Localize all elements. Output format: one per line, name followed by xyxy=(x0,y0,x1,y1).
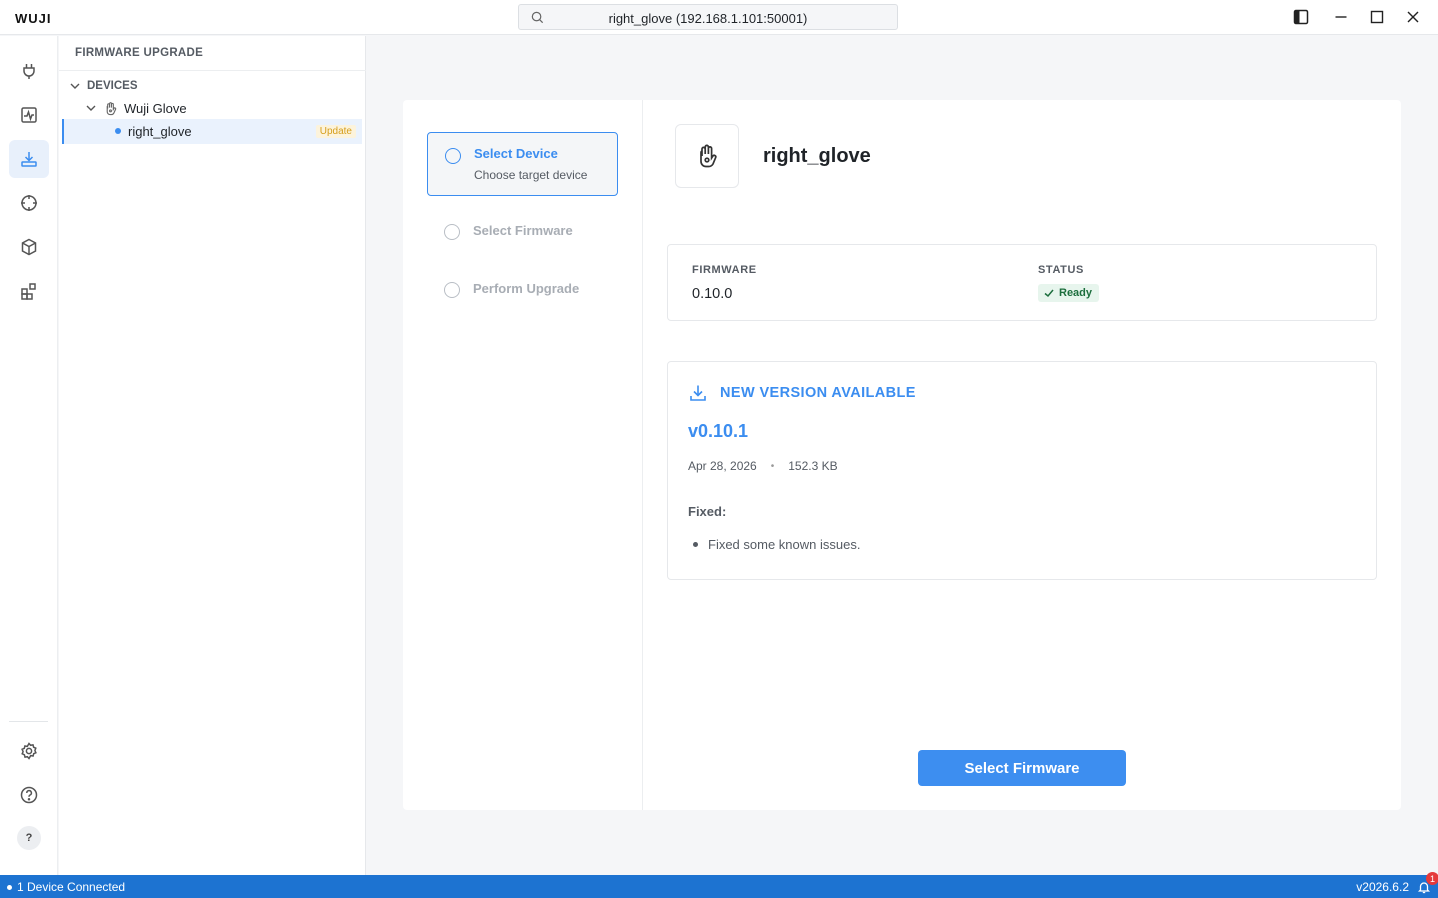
step-title: Perform Upgrade xyxy=(473,281,580,296)
notification-count-badge: 1 xyxy=(1426,872,1438,885)
activity-help[interactable] xyxy=(9,776,49,814)
sidebar-toggle-icon xyxy=(1293,9,1309,25)
maximize-icon xyxy=(1370,10,1384,24)
chevron-down-icon xyxy=(70,83,80,89)
minimize-button[interactable] xyxy=(1332,8,1350,26)
plug-icon xyxy=(23,64,35,79)
release-meta: Apr 28, 2026 • 152.3 KB xyxy=(688,459,838,473)
connection-dot xyxy=(7,884,12,890)
close-button[interactable] xyxy=(1404,8,1422,26)
changelog-item: Fixed some known issues. xyxy=(693,537,860,552)
activity-connect[interactable] xyxy=(9,52,49,90)
step-select-firmware[interactable]: Select Firmware xyxy=(427,210,618,250)
upgrade-card: Select Device Choose target device Selec… xyxy=(403,100,1401,810)
devices-section-label: DEVICES xyxy=(87,80,138,92)
crosshair-icon xyxy=(21,195,37,211)
download-tray-icon xyxy=(21,152,37,167)
maximize-button[interactable] xyxy=(1368,8,1386,26)
activity-extensions[interactable] xyxy=(9,272,49,310)
search-input[interactable]: right_glove (192.168.1.101:50001) xyxy=(518,4,898,30)
app-version: v2026.6.2 xyxy=(1356,880,1409,894)
step-perform-upgrade[interactable]: Perform Upgrade xyxy=(427,268,618,308)
step-indicator xyxy=(444,282,460,298)
status-label: STATUS xyxy=(1038,264,1084,276)
account-avatar[interactable]: ? xyxy=(17,826,41,850)
toggle-sidebar-button[interactable] xyxy=(1292,8,1310,26)
step-select-device[interactable]: Select Device Choose target device xyxy=(427,132,618,196)
changelog-text: Fixed some known issues. xyxy=(708,537,861,552)
sidebar-divider xyxy=(59,70,366,71)
download-icon xyxy=(690,385,706,401)
device-group-wuji-glove[interactable]: Wuji Glove xyxy=(85,98,187,118)
cube-icon xyxy=(21,238,37,256)
activity-settings[interactable] xyxy=(9,732,49,770)
connection-text: 1 Device Connected xyxy=(17,880,126,894)
hand-icon xyxy=(106,101,117,115)
devices-section-toggle[interactable]: DEVICES xyxy=(69,76,138,96)
device-status-dot xyxy=(115,128,121,134)
release-size: 152.3 KB xyxy=(788,459,838,473)
firmware-label: FIRMWARE xyxy=(692,264,757,276)
sidebar-title: FIRMWARE UPGRADE xyxy=(75,47,204,59)
app-logo: WUJI xyxy=(15,11,52,26)
steps-column: Select Device Choose target device Selec… xyxy=(403,100,643,810)
device-item-right-glove[interactable]: right_glove Update xyxy=(62,119,362,144)
step-subtitle: Choose target device xyxy=(474,168,588,182)
activity-bar: ? xyxy=(0,36,58,875)
status-bar: 1 Device Connected v2026.6.2 xyxy=(0,875,1438,898)
step-title: Select Device xyxy=(474,146,558,161)
activity-firmware-upgrade[interactable] xyxy=(9,140,49,178)
new-version-heading: NEW VERSION AVAILABLE xyxy=(720,385,916,401)
device-info-panel: FIRMWARE 0.10.0 STATUS Ready xyxy=(667,244,1377,321)
new-version-number: v0.10.1 xyxy=(688,421,749,441)
activity-calibrate[interactable] xyxy=(9,184,49,222)
connection-status[interactable]: 1 Device Connected xyxy=(7,880,125,894)
device-group-label: Wuji Glove xyxy=(124,100,187,116)
hand-icon xyxy=(700,144,717,168)
changelog-heading: Fixed: xyxy=(688,504,727,519)
activity-separator xyxy=(9,721,48,722)
update-badge: Update xyxy=(315,125,356,138)
device-item-label: right_glove xyxy=(128,124,192,139)
gear-icon xyxy=(21,742,37,760)
status-badge: Ready xyxy=(1038,284,1100,302)
step-indicator xyxy=(444,224,460,240)
new-version-panel: NEW VERSION AVAILABLE v0.10.1 Apr 28, 20… xyxy=(667,361,1377,580)
bullet-dot xyxy=(693,542,698,547)
chevron-down-icon xyxy=(86,105,96,111)
search-text: right_glove (192.168.1.101:50001) xyxy=(608,11,808,26)
release-date: Apr 28, 2026 xyxy=(688,459,757,473)
step-indicator xyxy=(445,148,461,164)
device-title: right_glove xyxy=(763,145,871,167)
activity-chart-icon xyxy=(21,107,37,123)
minimize-icon xyxy=(1335,16,1347,18)
activity-monitor[interactable] xyxy=(9,96,49,134)
step-title: Select Firmware xyxy=(473,223,573,238)
explorer-sidebar: FIRMWARE UPGRADE DEVICES Wuji Glove righ… xyxy=(59,36,366,875)
check-icon xyxy=(1044,289,1054,298)
activity-3d-model[interactable] xyxy=(9,228,49,266)
question-circle-icon xyxy=(20,786,38,804)
meta-separator: • xyxy=(770,460,775,472)
close-icon xyxy=(1407,11,1419,23)
select-firmware-button[interactable]: Select Firmware xyxy=(918,750,1126,786)
status-value: Ready xyxy=(1059,287,1093,299)
firmware-value: 0.10.0 xyxy=(692,286,733,302)
extensions-icon xyxy=(21,283,36,300)
title-bar: WUJI right_glove (192.168.1.101:50001) xyxy=(0,0,1438,35)
device-icon-box xyxy=(675,124,739,188)
